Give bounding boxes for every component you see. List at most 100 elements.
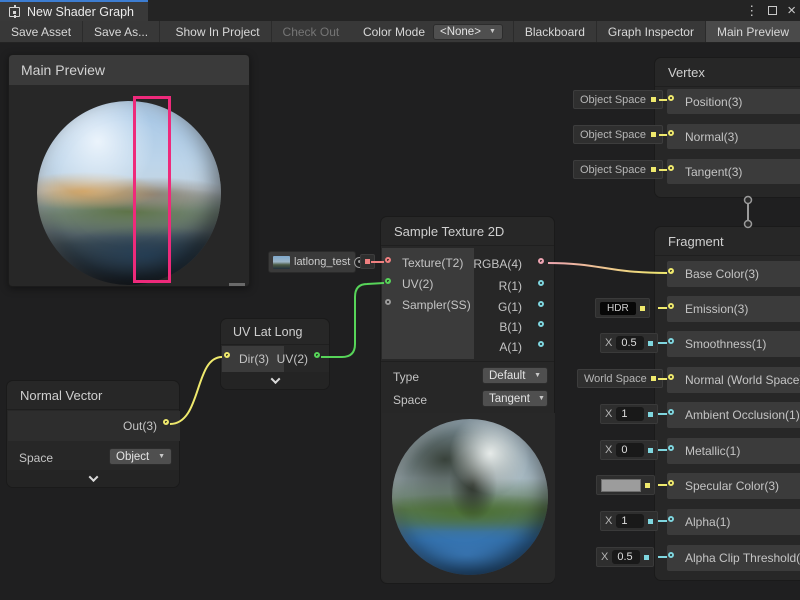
- port-normal-ws-input[interactable]: [668, 374, 674, 380]
- fragment-row-metallic[interactable]: Metallic(1): [667, 438, 800, 464]
- close-icon[interactable]: ×: [787, 3, 796, 18]
- port-sampler-input[interactable]: [385, 299, 391, 305]
- port-texture-input[interactable]: [385, 257, 391, 263]
- shader-graph-icon: [8, 5, 21, 18]
- ambient-occlusion-float-field[interactable]: X 1: [600, 404, 658, 424]
- pill-port-dot: [651, 167, 656, 172]
- node-preview-area: [382, 413, 555, 583]
- normal-vector-title: Normal Vector: [7, 381, 179, 410]
- port-uv-input[interactable]: [385, 278, 391, 284]
- show-in-project-button[interactable]: Show In Project: [164, 21, 271, 42]
- port-ambient-occlusion-input[interactable]: [668, 409, 674, 415]
- smoothness-float-field[interactable]: X 0.5: [600, 333, 658, 353]
- specular-color-control[interactable]: [596, 475, 655, 495]
- main-preview-panel[interactable]: Main Preview: [8, 54, 250, 287]
- pill-port-dot: [651, 132, 656, 137]
- node-normal-vector[interactable]: Normal Vector Out(3) Space Object ▼: [6, 380, 180, 488]
- position-space-pill[interactable]: Object Space: [573, 90, 663, 109]
- main-preview-button[interactable]: Main Preview: [706, 21, 800, 42]
- color-swatch[interactable]: [601, 479, 641, 492]
- pill-port-dot: [648, 412, 653, 417]
- space-dropdown[interactable]: Tangent ▼: [482, 390, 548, 407]
- pill-port-dot: [648, 448, 653, 453]
- port-position-input[interactable]: [668, 95, 674, 101]
- port-a-output[interactable]: [538, 341, 544, 347]
- metallic-float-field[interactable]: X 0: [600, 440, 658, 460]
- space-label: Space: [19, 451, 53, 465]
- collapse-preview-button[interactable]: [7, 470, 179, 487]
- tab-new-shader-graph[interactable]: New Shader Graph: [0, 0, 148, 21]
- save-asset-button[interactable]: Save Asset: [0, 21, 83, 42]
- node-sample-texture-2d[interactable]: Sample Texture 2D Texture(T2) UV(2) Samp…: [380, 216, 555, 584]
- port-b-output[interactable]: [538, 321, 544, 327]
- normal-ws-space-pill[interactable]: World Space: [577, 369, 663, 388]
- port-g-output[interactable]: [538, 301, 544, 307]
- panel-resize-handle[interactable]: [229, 283, 245, 286]
- wire-uv: [321, 283, 384, 357]
- port-specular-color-input[interactable]: [668, 480, 674, 486]
- normal-space-pill[interactable]: Object Space: [573, 125, 663, 144]
- tangent-space-pill[interactable]: Object Space: [573, 160, 663, 179]
- fragment-row-ambient-occlusion[interactable]: Ambient Occlusion(1): [667, 402, 800, 428]
- port-dir-input[interactable]: [224, 352, 230, 358]
- type-dropdown[interactable]: Default ▼: [482, 367, 548, 384]
- blackboard-button[interactable]: Blackboard: [513, 21, 597, 42]
- maximize-icon[interactable]: [768, 6, 777, 15]
- texture-thumbnail: [273, 256, 290, 269]
- main-preview-header[interactable]: Main Preview: [9, 55, 249, 85]
- chevron-down-icon: [88, 472, 98, 482]
- graph-inspector-button[interactable]: Graph Inspector: [597, 21, 706, 42]
- pill-port-dot: [648, 519, 653, 524]
- node-vertex[interactable]: Vertex Position(3) Normal(3) Tangent(3): [654, 57, 800, 198]
- space-label: Space: [393, 393, 427, 407]
- port-metallic-input[interactable]: [668, 445, 674, 451]
- port-normal-input[interactable]: [668, 130, 674, 136]
- alpha-float-field[interactable]: X 1: [600, 511, 658, 531]
- port-alpha-input[interactable]: [668, 516, 674, 522]
- wire-base-color: [548, 263, 667, 273]
- shader-graph-window: New Shader Graph ⋮ × Save Asset Save As.…: [0, 0, 800, 600]
- alpha-clip-float-field[interactable]: X 0.5: [596, 547, 654, 567]
- port-alpha-clip-input[interactable]: [668, 552, 674, 558]
- fragment-row-normal-ws[interactable]: Normal (World Space)(3): [667, 367, 800, 393]
- collapse-preview-button[interactable]: [221, 372, 329, 389]
- pill-port-dot: [645, 483, 650, 488]
- node-fragment[interactable]: Fragment Base Color(3) Emission(3) Smoot…: [654, 226, 800, 581]
- vertex-row-normal[interactable]: Normal(3): [667, 124, 800, 149]
- save-as-button[interactable]: Save As...: [83, 21, 160, 42]
- fragment-row-specular-color[interactable]: Specular Color(3): [667, 473, 800, 499]
- fragment-row-alpha-clip[interactable]: Alpha Clip Threshold(1): [667, 545, 800, 571]
- emission-hdr-control[interactable]: HDR: [595, 298, 650, 318]
- port-smoothness-input[interactable]: [668, 338, 674, 344]
- port-rgba-output[interactable]: [538, 258, 544, 264]
- texture-asset-port-box[interactable]: [360, 254, 375, 269]
- port-r-output[interactable]: [538, 280, 544, 286]
- chevron-down-icon: ▼: [538, 395, 545, 402]
- port-uv-output[interactable]: [314, 352, 320, 358]
- sample-texture-preview-sphere: [392, 419, 548, 575]
- vertex-row-tangent[interactable]: Tangent(3): [667, 159, 800, 184]
- window-menu-icon[interactable]: ⋮: [745, 4, 758, 17]
- port-base-color-input[interactable]: [668, 268, 674, 274]
- chevron-down-icon: [270, 374, 280, 384]
- check-out-button: Check Out: [272, 21, 351, 42]
- port-tangent-input[interactable]: [668, 165, 674, 171]
- pill-port-dot: [651, 376, 656, 381]
- type-label: Type: [393, 370, 419, 384]
- port-emission-input[interactable]: [668, 303, 674, 309]
- vertex-node-title: Vertex: [655, 58, 800, 87]
- pill-port-dot: [640, 306, 645, 311]
- tab-title: New Shader Graph: [27, 5, 134, 19]
- fragment-row-base-color[interactable]: Base Color(3): [667, 261, 800, 287]
- fragment-row-alpha[interactable]: Alpha(1): [667, 509, 800, 535]
- vertex-fragment-connector: [745, 197, 752, 228]
- vertex-row-position[interactable]: Position(3): [667, 89, 800, 114]
- fragment-row-smoothness[interactable]: Smoothness(1): [667, 331, 800, 357]
- color-mode-dropdown[interactable]: <None> ▼: [433, 24, 503, 40]
- port-out-output[interactable]: [163, 419, 169, 425]
- normal-space-dropdown[interactable]: Object ▼: [109, 448, 172, 465]
- pill-port-dot: [644, 555, 649, 560]
- selection-rectangle: [133, 96, 171, 283]
- fragment-row-emission[interactable]: Emission(3): [667, 296, 800, 322]
- node-texture-asset[interactable]: latlong_test: [268, 251, 356, 273]
